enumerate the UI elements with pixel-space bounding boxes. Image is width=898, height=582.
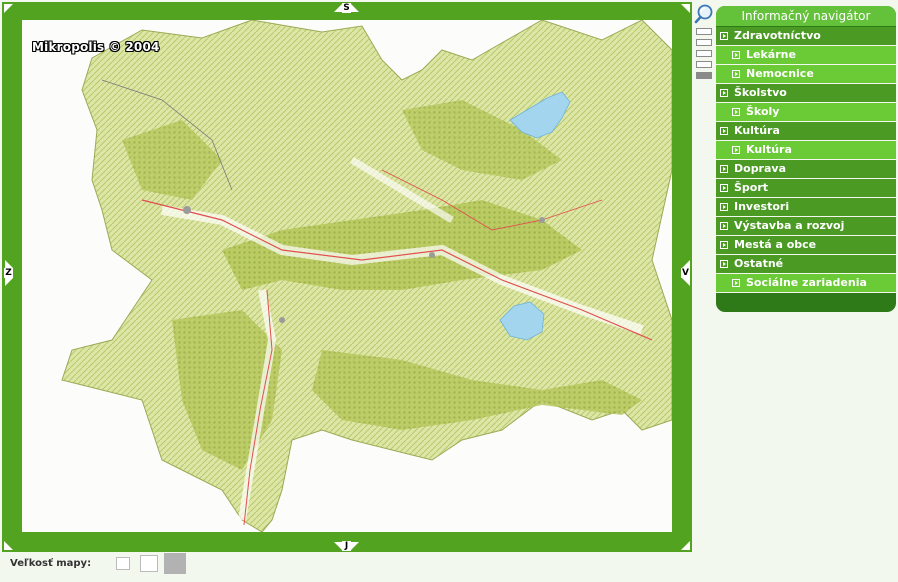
pan-east-down-arrow-icon	[681, 278, 690, 286]
zoom-level-4[interactable]	[696, 61, 712, 68]
arrow-right-icon	[720, 260, 728, 268]
nav-subcategory-item[interactable]: Sociálne zariadenia	[716, 274, 896, 293]
pan-east-label: V	[681, 268, 690, 278]
nav-category-item[interactable]: Výstavba a rozvoj	[716, 217, 896, 236]
nav-category-item[interactable]: Doprava	[716, 160, 896, 179]
nav-item-label: Lekárne	[746, 48, 796, 61]
map-canvas[interactable]: Mikropolis © 2004	[22, 20, 672, 532]
map-frame: S J Z V Mikropolis © 2004	[2, 2, 692, 552]
nav-item-label: Školstvo	[734, 86, 787, 99]
pan-west-up-arrow-icon	[4, 260, 13, 268]
arrow-right-icon	[720, 32, 728, 40]
magnifier-icon[interactable]	[694, 4, 714, 24]
map-image	[61, 20, 672, 532]
info-navigator: Informačný navigátor Zdravotníctvo Lekárn…	[716, 6, 896, 312]
arrow-right-icon	[720, 241, 728, 249]
nav-item-label: Šport	[734, 181, 769, 194]
nav-item-label: Investori	[734, 200, 790, 213]
arrow-right-icon	[732, 146, 740, 154]
nav-item-label: Kultúra	[734, 124, 780, 137]
nav-item-label: Nemocnice	[746, 67, 814, 80]
navigator-list: Zdravotníctvo Lekárne Nemocnice Školstvo Ško…	[716, 27, 896, 293]
nav-item-label: Ostatné	[734, 257, 784, 270]
map-size-large-button[interactable]	[164, 553, 186, 574]
pan-south-button[interactable]: J	[334, 541, 359, 551]
zoom-level-1[interactable]	[696, 28, 712, 35]
nav-item-label: Mestá a obce	[734, 238, 817, 251]
pan-northwest-button[interactable]	[4, 4, 13, 13]
pan-southwest-button[interactable]	[4, 541, 13, 550]
nav-category-item[interactable]: Investori	[716, 198, 896, 217]
nav-category-item[interactable]: Zdravotníctvo	[716, 27, 896, 46]
nav-category-item[interactable]: Mestá a obce	[716, 236, 896, 255]
map-copyright: Mikropolis © 2004	[32, 40, 160, 54]
nav-category-item[interactable]: Šport	[716, 179, 896, 198]
pan-north-left-arrow-icon	[334, 4, 342, 12]
nav-item-label: Výstavba a rozvoj	[734, 219, 845, 232]
nav-category-item[interactable]: Školstvo	[716, 84, 896, 103]
arrow-right-icon	[720, 127, 728, 135]
nav-item-label: Kultúra	[746, 143, 792, 156]
pan-south-left-arrow-icon	[334, 542, 342, 550]
map-size-label: Veľkosť mapy:	[10, 558, 92, 569]
zoom-level-scale	[696, 28, 712, 83]
arrow-right-icon	[720, 89, 728, 97]
pan-east-button[interactable]: V	[681, 260, 690, 286]
zoom-level-2[interactable]	[696, 39, 712, 46]
arrow-right-icon	[732, 70, 740, 78]
map-size-small-button[interactable]	[116, 557, 130, 570]
map-size-medium-button[interactable]	[140, 555, 158, 572]
pan-west-down-arrow-icon	[4, 278, 13, 286]
pan-east-up-arrow-icon	[681, 260, 690, 268]
pan-west-label: Z	[4, 268, 13, 278]
arrow-right-icon	[732, 108, 740, 116]
pan-south-right-arrow-icon	[351, 542, 359, 550]
navigator-title: Informačný navigátor	[716, 6, 896, 27]
nav-item-label: Školy	[746, 105, 780, 118]
nav-subcategory-item[interactable]: Kultúra	[716, 141, 896, 160]
pan-north-label: S	[342, 3, 351, 13]
nav-item-label: Doprava	[734, 162, 787, 175]
pan-southeast-button[interactable]	[681, 541, 690, 550]
zoom-level-3[interactable]	[696, 50, 712, 57]
nav-item-label: Sociálne zariadenia	[746, 276, 867, 289]
nav-subcategory-item[interactable]: Lekárne	[716, 46, 896, 65]
zoom-level-5[interactable]	[696, 72, 712, 79]
arrow-right-icon	[720, 222, 728, 230]
nav-subcategory-item[interactable]: Školy	[716, 103, 896, 122]
arrow-right-icon	[720, 184, 728, 192]
nav-subcategory-item[interactable]: Nemocnice	[716, 65, 896, 84]
pan-north-right-arrow-icon	[351, 4, 359, 12]
pan-west-button[interactable]: Z	[4, 260, 13, 286]
nav-item-label: Zdravotníctvo	[734, 29, 821, 42]
arrow-right-icon	[720, 165, 728, 173]
nav-category-item[interactable]: Ostatné	[716, 255, 896, 274]
pan-northeast-button[interactable]	[681, 4, 690, 13]
pan-north-button[interactable]: S	[334, 3, 359, 13]
nav-category-item[interactable]: Kultúra	[716, 122, 896, 141]
arrow-right-icon	[720, 203, 728, 211]
arrow-right-icon	[732, 279, 740, 287]
pan-south-label: J	[342, 541, 351, 551]
arrow-right-icon	[732, 51, 740, 59]
